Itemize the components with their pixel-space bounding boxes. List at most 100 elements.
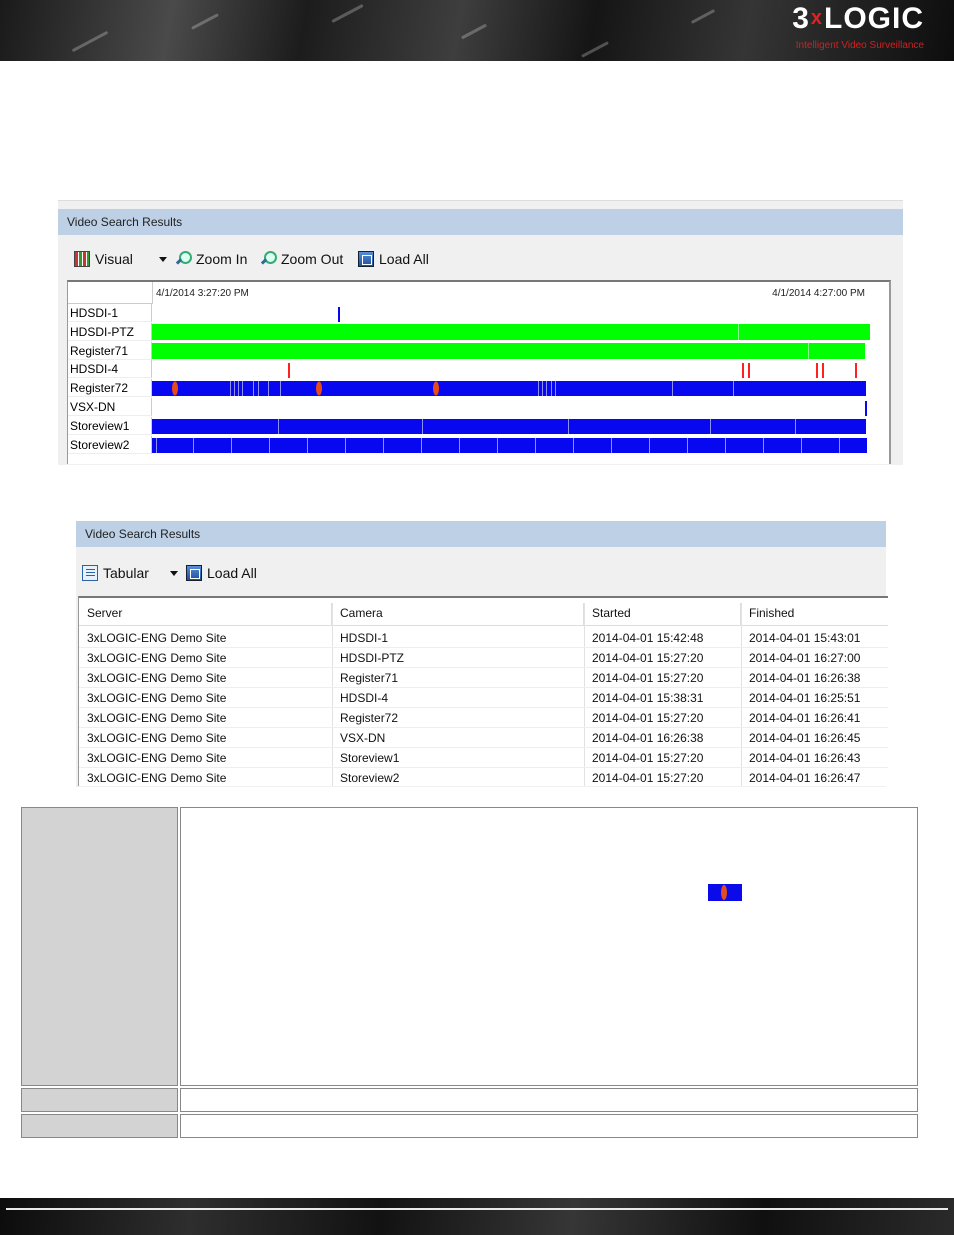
table-row[interactable]: 3xLOGIC-ENG Demo Site HDSDI-PTZ 2014-04-01… — [79, 648, 888, 668]
tabular-toolbar: Tabular Load All — [76, 559, 886, 589]
segment-divider — [611, 438, 612, 453]
segment-divider — [234, 381, 235, 396]
zoom-in-button[interactable]: Zoom In — [175, 251, 247, 267]
segment-divider — [535, 438, 536, 453]
zoom-out-icon — [260, 251, 277, 267]
segment-divider — [459, 438, 460, 453]
visual-view-icon — [74, 251, 90, 267]
table-cell: 3xLOGIC-ENG Demo Site — [87, 691, 227, 705]
column-header-server[interactable]: Server — [79, 603, 332, 625]
table-cell: 3xLOGIC-ENG Demo Site — [87, 731, 227, 745]
notes-label-cell — [21, 1088, 178, 1112]
view-mode-dropdown[interactable] — [170, 571, 184, 576]
segment-divider — [258, 381, 259, 396]
column-header-started[interactable]: Started — [584, 603, 741, 625]
view-mode-dropdown[interactable] — [159, 257, 173, 262]
footer-banner — [0, 1198, 954, 1235]
segment-divider — [421, 438, 422, 453]
segment-divider — [231, 438, 232, 453]
recording-segment — [338, 307, 340, 322]
load-all-icon — [186, 565, 202, 581]
segment-divider — [546, 381, 547, 396]
zoom-out-button[interactable]: Zoom Out — [260, 251, 343, 267]
table-cell: 2014-04-01 15:27:20 — [592, 771, 704, 785]
motion-event-marker — [433, 381, 439, 396]
notes-label-cell — [21, 807, 178, 1086]
load-all-icon — [358, 251, 374, 267]
table-cell: 2014-04-01 16:26:41 — [749, 711, 861, 725]
table-cell: Register71 — [340, 671, 399, 685]
table-row[interactable]: 3xLOGIC-ENG Demo Site HDSDI-1 2014-04-01 1… — [79, 628, 888, 648]
event-marker — [855, 363, 857, 378]
segment-divider — [268, 381, 269, 396]
segment-divider — [568, 419, 569, 434]
segment-divider — [687, 438, 688, 453]
table-row[interactable]: 3xLOGIC-ENG Demo Site HDSDI-4 2014-04-01 1… — [79, 688, 888, 708]
segment-divider — [278, 419, 279, 434]
table-row[interactable]: 3xLOGIC-ENG Demo Site Storeview2 2014-04-0… — [79, 768, 888, 786]
column-header-finished[interactable]: Finished — [741, 603, 888, 625]
table-cell: 2014-04-01 16:26:47 — [749, 771, 861, 785]
table-cell: 2014-04-01 15:27:20 — [592, 711, 704, 725]
table-cell: 3xLOGIC-ENG Demo Site — [87, 771, 227, 785]
event-marker — [288, 363, 290, 378]
recording-segment — [152, 381, 866, 396]
panel-title: Video Search Results — [76, 521, 886, 547]
table-cell: 3xLOGIC-ENG Demo Site — [87, 651, 227, 665]
zoom-in-icon — [175, 251, 192, 267]
chevron-down-icon — [159, 257, 167, 262]
table-row[interactable]: 3xLOGIC-ENG Demo Site Register72 2014-04-0… — [79, 708, 888, 728]
view-mode-visual-button[interactable]: Visual — [74, 251, 133, 267]
table-cell: 3xLOGIC-ENG Demo Site — [87, 751, 227, 765]
timeline-chart[interactable]: 4/1/2014 3:27:20 PM 4/1/2014 4:27:00 PM … — [67, 280, 891, 464]
segment-divider — [808, 343, 809, 359]
recording-segment — [152, 343, 865, 359]
motion-event-marker — [172, 381, 178, 396]
segment-divider — [238, 381, 239, 396]
segment-divider — [242, 381, 243, 396]
segment-divider — [230, 381, 231, 396]
segment-divider — [555, 381, 556, 396]
table-cell: 3xLOGIC-ENG Demo Site — [87, 711, 227, 725]
table-cell: 2014-04-01 16:26:38 — [592, 731, 704, 745]
chevron-down-icon — [170, 571, 178, 576]
panel-title: Video Search Results — [58, 209, 903, 235]
table-cell: 2014-04-01 16:27:00 — [749, 651, 861, 665]
page: 3xLOGIC Intelligent Video Surveillance V… — [0, 0, 954, 1235]
table-cell: 2014-04-01 16:26:43 — [749, 751, 861, 765]
notes-content-cell — [180, 807, 918, 1086]
event-marker-icon — [708, 884, 742, 901]
event-marker — [816, 363, 818, 378]
table-row[interactable]: 3xLOGIC-ENG Demo Site Storeview1 2014-04-0… — [79, 748, 888, 768]
segment-divider — [156, 438, 157, 453]
segment-divider — [253, 381, 254, 396]
segment-divider — [551, 381, 552, 396]
notes-label-cell — [21, 1114, 178, 1138]
table-cell: 2014-04-01 15:27:20 — [592, 751, 704, 765]
table-row[interactable]: 3xLOGIC-ENG Demo Site Register71 2014-04-0… — [79, 668, 888, 688]
visual-results-panel: Video Search Results Visual Zoom In Zoom… — [58, 200, 903, 465]
view-mode-label: Tabular — [103, 565, 149, 581]
recording-segment — [152, 438, 867, 453]
tabular-results-panel: Video Search Results Tabular Load All Se… — [76, 521, 888, 787]
logo-tagline: Intelligent Video Surveillance — [795, 40, 924, 51]
segment-divider — [710, 419, 711, 434]
table-cell: Storeview2 — [340, 771, 400, 785]
load-all-button[interactable]: Load All — [186, 565, 257, 581]
table-cell: 2014-04-01 15:38:31 — [592, 691, 704, 705]
load-all-button[interactable]: Load All — [358, 251, 429, 267]
segment-divider — [738, 324, 739, 340]
column-header-camera[interactable]: Camera — [332, 603, 584, 625]
recording-segment — [152, 324, 870, 340]
table-cell: Storeview1 — [340, 751, 400, 765]
segment-divider — [763, 438, 764, 453]
table-cell: VSX-DN — [340, 731, 386, 745]
table-cell: 3xLOGIC-ENG Demo Site — [87, 631, 227, 645]
table-row[interactable]: 3xLOGIC-ENG Demo Site VSX-DN 2014-04-01 16… — [79, 728, 888, 748]
results-table: Server Camera Started Finished 3xLOGIC-E… — [78, 596, 888, 786]
table-cell: 2014-04-01 16:25:51 — [749, 691, 861, 705]
segment-divider — [497, 438, 498, 453]
view-mode-tabular-button[interactable]: Tabular — [82, 565, 149, 581]
notes-content-cell — [180, 1088, 918, 1112]
table-cell: HDSDI-1 — [340, 631, 389, 645]
